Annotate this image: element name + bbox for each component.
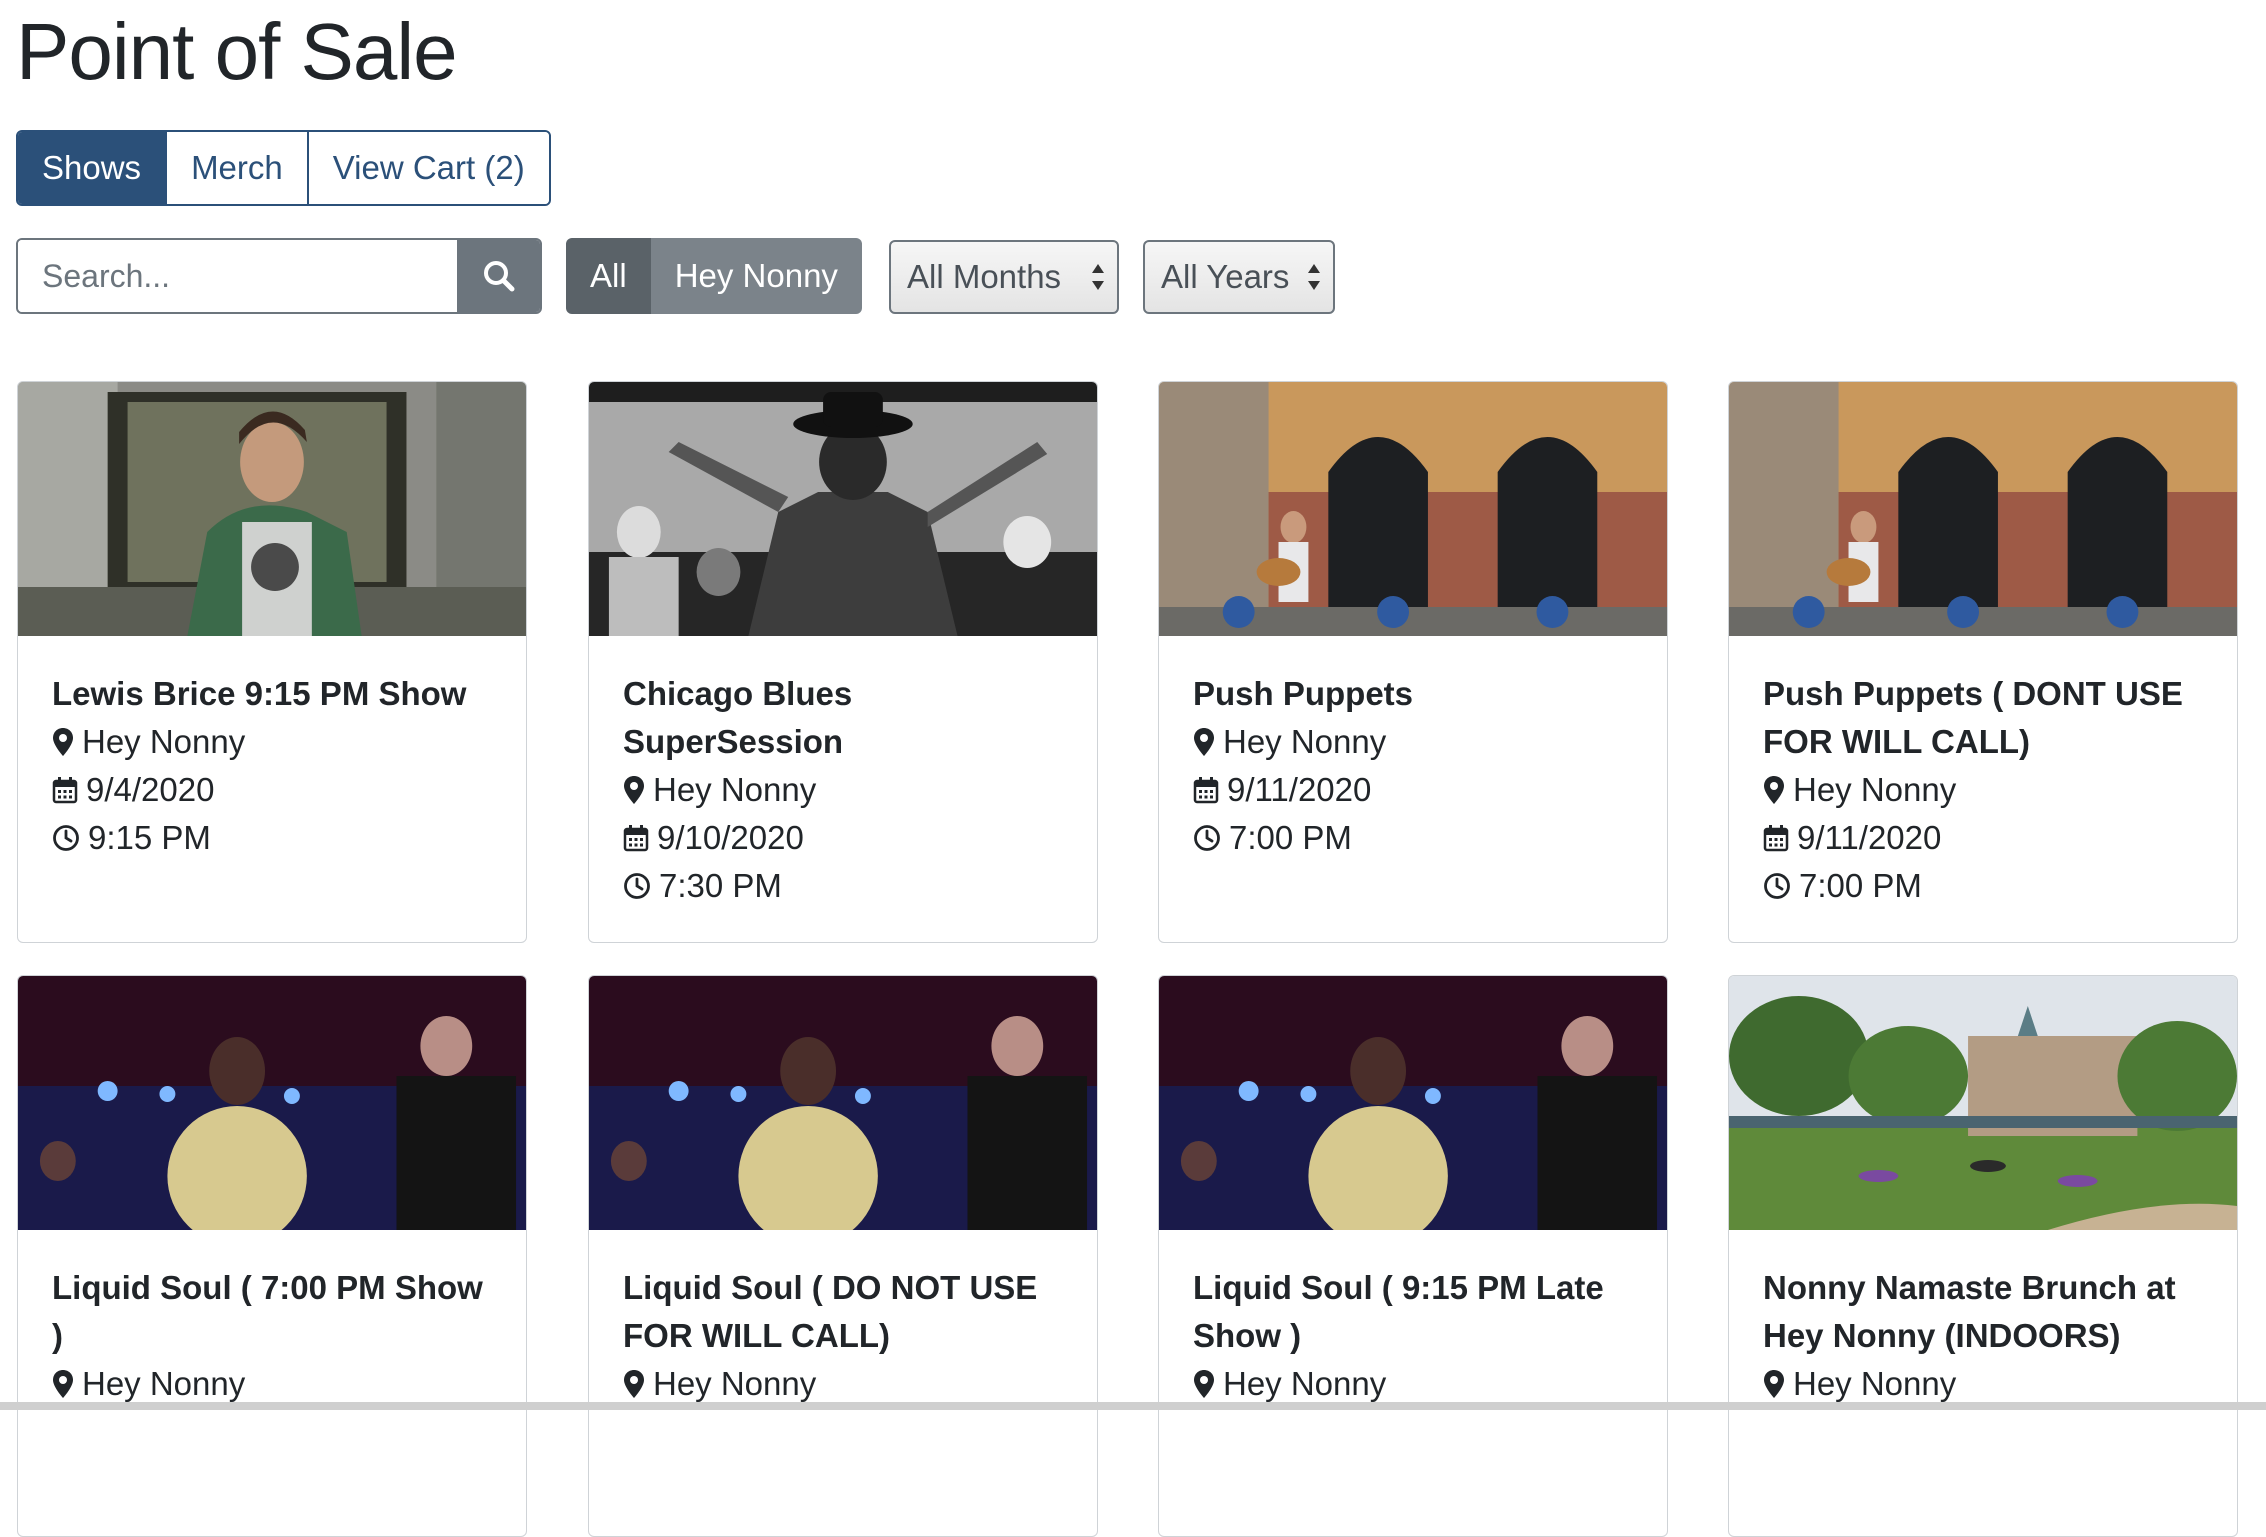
card-body: Liquid Soul ( 9:15 PM Late Show ) Hey No… [1159,1230,1667,1408]
map-pin-icon [53,728,73,756]
time-row: 9:15 PM [52,814,492,862]
show-image [18,976,526,1230]
show-image [1159,382,1667,636]
venue-filter-hey-nonny[interactable]: Hey Nonny [650,238,862,314]
search-button[interactable] [457,240,540,312]
show-image [18,382,526,636]
map-pin-icon [1764,776,1784,804]
clock-icon [1194,825,1220,851]
card-body: Liquid Soul ( DO NOT USE FOR WILL CALL) … [589,1230,1097,1408]
show-image [1729,382,2237,636]
venue-row: Hey Nonny [52,718,492,766]
map-pin-icon [1764,1370,1784,1398]
card-body: Liquid Soul ( 7:00 PM Show ) Hey Nonny [18,1230,526,1408]
time-row: 7:00 PM [1193,814,1633,862]
year-select-value: All Years [1161,258,1290,295]
clock-icon [53,825,79,851]
map-pin-icon [624,1370,644,1398]
calendar-icon [52,777,78,804]
show-title: Chicago Blues SuperSession [623,675,853,760]
show-time: 9:15 PM [88,819,211,856]
venue-name: Hey Nonny [82,1365,246,1402]
card-body: Chicago Blues SuperSession Hey Nonny 9/1… [589,636,1097,910]
show-time: 7:00 PM [1799,867,1922,904]
venue-name: Hey Nonny [1223,723,1387,760]
venue-name: Hey Nonny [653,771,817,808]
show-title: Push Puppets [1193,675,1414,712]
card-body: Nonny Namaste Brunch at Hey Nonny (INDOO… [1729,1230,2237,1408]
show-time: 7:00 PM [1229,819,1352,856]
search-bar [16,238,542,314]
date-row: 9/10/2020 [623,814,1063,862]
tab-view-cart[interactable]: View Cart (2) [308,132,549,204]
show-card[interactable]: Liquid Soul ( 7:00 PM Show ) Hey Nonny [17,975,527,1537]
year-select[interactable]: All Years [1143,240,1335,314]
show-card[interactable]: Nonny Namaste Brunch at Hey Nonny (INDOO… [1728,975,2238,1537]
clock-icon [624,873,650,899]
venue-name: Hey Nonny [1793,1365,1957,1402]
card-body: Lewis Brice 9:15 PM Show Hey Nonny 9/4/2… [18,636,526,862]
horizontal-scrollbar[interactable] [0,1402,2266,1410]
venue-row: Hey Nonny [1763,766,2203,814]
show-title: Liquid Soul ( DO NOT USE FOR WILL CALL) [623,1269,1038,1354]
select-arrows-icon [1092,264,1104,290]
show-image [1159,976,1667,1230]
month-select-value: All Months [907,258,1062,295]
card-body: Push Puppets Hey Nonny 9/11/2020 7:00 PM [1159,636,1667,862]
page-title: Point of Sale [16,7,458,96]
venue-name: Hey Nonny [1793,771,1957,808]
card-body: Push Puppets ( DONT USE FOR WILL CALL) H… [1729,636,2237,910]
nav-tabs: Shows Merch View Cart (2) [16,130,551,206]
venue-row: Hey Nonny [623,766,1063,814]
map-pin-icon [1194,728,1214,756]
show-title: Push Puppets ( DONT USE FOR WILL CALL) [1763,675,2183,760]
show-title: Liquid Soul ( 7:00 PM Show ) [52,1269,483,1354]
tab-merch[interactable]: Merch [167,132,309,204]
venue-name: Hey Nonny [1223,1365,1387,1402]
date-row: 9/4/2020 [52,766,492,814]
show-date: 9/11/2020 [1227,771,1372,808]
show-card[interactable]: Push Puppets ( DONT USE FOR WILL CALL) H… [1728,381,2238,943]
show-date: 9/11/2020 [1797,819,1942,856]
tab-shows[interactable]: Shows [18,132,168,204]
venue-row: Hey Nonny [623,1360,1063,1408]
search-input[interactable] [18,240,457,312]
show-card[interactable]: Chicago Blues SuperSession Hey Nonny 9/1… [588,381,1098,943]
month-select[interactable]: All Months [889,240,1119,314]
show-card[interactable]: Lewis Brice 9:15 PM Show Hey Nonny 9/4/2… [17,381,527,943]
venue-filter: All Hey Nonny [566,238,862,314]
venue-row: Hey Nonny [1193,718,1633,766]
show-card[interactable]: Liquid Soul ( 9:15 PM Late Show ) Hey No… [1158,975,1668,1537]
date-row: 9/11/2020 [1763,814,2203,862]
venue-row: Hey Nonny [1763,1360,2203,1408]
show-card[interactable]: Push Puppets Hey Nonny 9/11/2020 7:00 PM [1158,381,1668,943]
map-pin-icon [624,776,644,804]
venue-filter-all[interactable]: All [566,238,651,314]
show-card[interactable]: Liquid Soul ( DO NOT USE FOR WILL CALL) … [588,975,1098,1537]
calendar-icon [623,825,649,852]
map-pin-icon [1194,1370,1214,1398]
show-image [589,382,1097,636]
select-arrows-icon [1308,264,1320,290]
show-title: Lewis Brice 9:15 PM Show [52,675,467,712]
show-image [1729,976,2237,1230]
search-icon [483,261,514,292]
time-row: 7:30 PM [623,862,1063,910]
venue-row: Hey Nonny [52,1360,492,1408]
show-title: Nonny Namaste Brunch at Hey Nonny (INDOO… [1763,1269,2176,1354]
date-row: 9/11/2020 [1193,766,1633,814]
venue-row: Hey Nonny [1193,1360,1633,1408]
show-time: 7:30 PM [659,867,782,904]
venue-name: Hey Nonny [82,723,246,760]
time-row: 7:00 PM [1763,862,2203,910]
calendar-icon [1193,777,1219,804]
show-date: 9/4/2020 [86,771,215,808]
show-image [589,976,1097,1230]
show-date: 9/10/2020 [657,819,804,856]
show-title: Liquid Soul ( 9:15 PM Late Show ) [1193,1269,1604,1354]
calendar-icon [1763,825,1789,852]
venue-name: Hey Nonny [653,1365,817,1402]
map-pin-icon [53,1370,73,1398]
clock-icon [1764,873,1790,899]
